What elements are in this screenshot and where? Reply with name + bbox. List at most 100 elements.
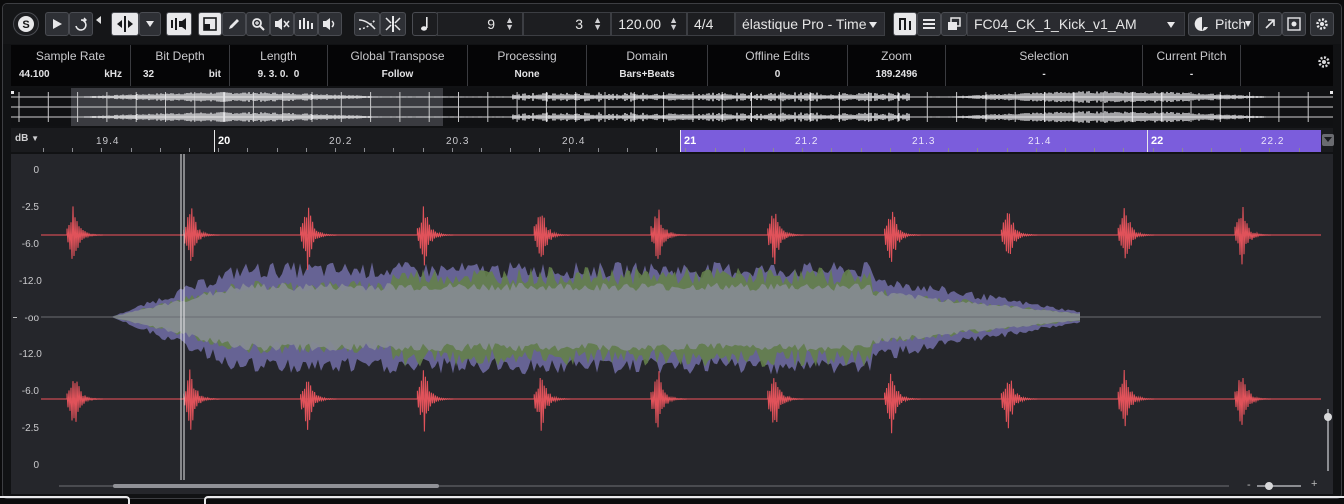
zoom-tool-button[interactable] — [246, 12, 270, 36]
horizontal-zoom-handle[interactable] — [1265, 482, 1273, 490]
pitch-button[interactable]: Pitch — [1188, 12, 1254, 36]
kick-transient — [416, 370, 454, 432]
ruler-label: 20.4 — [562, 136, 586, 147]
global-transpose-label: Global Transpose — [350, 49, 445, 63]
window-settings-button[interactable] — [1282, 12, 1306, 36]
numerator-field[interactable]: 9 ▲ ▼ — [437, 12, 523, 36]
ruler-tick — [977, 148, 978, 152]
vertical-zoom-handle[interactable] — [1324, 413, 1332, 421]
ruler-tick — [247, 148, 248, 152]
length-cell[interactable]: Length 9. 3. 0. 0 — [230, 45, 328, 86]
algorithm-dropdown[interactable]: élastique Pro - Time — [735, 12, 885, 36]
bit-depth-label: Bit Depth — [155, 49, 205, 63]
kick-transient — [183, 208, 220, 261]
bit-depth-cell[interactable]: Bit Depth 32 bit — [131, 45, 230, 86]
play-button[interactable] — [45, 12, 69, 36]
ruler-tick — [1269, 148, 1270, 152]
tempo-field[interactable]: 120.00 ▲ ▼ — [611, 12, 687, 36]
gear-icon — [1317, 56, 1331, 73]
ruler-tick — [131, 148, 132, 152]
mute-icon — [274, 17, 290, 31]
kick-transient — [767, 378, 804, 423]
kick-transient — [650, 371, 688, 428]
ruler-selection-range[interactable] — [680, 130, 1321, 152]
numerator-stepper-icon[interactable]: ▲ ▼ — [505, 16, 514, 32]
horizontal-zoom-slider[interactable] — [1257, 482, 1301, 490]
volume-icon — [322, 17, 338, 31]
kick-transient — [183, 369, 220, 430]
ruler-tick — [861, 148, 862, 152]
tempo-stepper-icon[interactable]: ▲ ▼ — [669, 16, 678, 32]
lower-zone-tab[interactable] — [0, 496, 130, 504]
offline-edits-cell[interactable]: Offline Edits 0 — [708, 45, 848, 86]
ruler-label: 22.2 — [1261, 136, 1285, 147]
sample-name: FC04_CK_1_Kick_v1_AM — [974, 16, 1137, 32]
range-select-button[interactable] — [198, 12, 222, 36]
kick-transient — [300, 207, 337, 271]
domain-cell[interactable]: Domain Bars+Beats — [587, 45, 708, 86]
sample-rate-cell[interactable]: Sample Rate 44.100 kHz — [11, 45, 131, 86]
solo-icon: S — [17, 15, 35, 33]
current-pitch-value: - — [1189, 69, 1194, 80]
zoom-in-icon[interactable]: + — [1311, 478, 1317, 490]
time-warp-button[interactable] — [294, 12, 318, 36]
ruler-menu-button[interactable] — [1322, 134, 1334, 146]
snap-mode-dropdown[interactable] — [139, 12, 161, 36]
length-value: 9. 3. 0. 0 — [257, 69, 300, 80]
overview-line[interactable] — [11, 88, 1333, 126]
selection-cell[interactable]: Selection - — [946, 45, 1143, 86]
caret-left-icon — [96, 16, 101, 24]
db-unit-selector[interactable]: dB ▼ — [15, 133, 39, 144]
stack-button[interactable] — [917, 12, 941, 36]
ruler-tick — [831, 148, 832, 152]
length-label: Length — [260, 49, 297, 63]
mute-tool-button[interactable] — [270, 12, 294, 36]
waveform-display[interactable]: 0 -2.5 -6.0 -12.0 -oo -12.0 -6.0 -2.5 0 — [11, 154, 1333, 480]
horizontal-scrollbar[interactable] — [59, 484, 1229, 488]
sample-selector[interactable]: FC04_CK_1_Kick_v1_AM — [967, 12, 1185, 36]
scroll-thumb[interactable] — [113, 484, 439, 488]
ruler-tick — [919, 148, 920, 152]
copy-button[interactable] — [941, 12, 967, 36]
volume-button[interactable] — [318, 12, 342, 36]
ruler-tick — [539, 148, 540, 152]
note-value-button[interactable] — [412, 12, 438, 36]
lower-zone-tab[interactable] — [204, 496, 1344, 504]
gear-button[interactable] — [1310, 12, 1334, 36]
loop-button[interactable] — [69, 12, 93, 36]
export-button[interactable] — [1258, 12, 1282, 36]
ruler-tick — [685, 148, 686, 152]
chevron-down-icon — [1245, 20, 1251, 28]
vertical-zoom-slider[interactable] — [1324, 409, 1332, 471]
ruler-tick — [1153, 148, 1154, 152]
denominator-stepper-icon[interactable]: ▲ ▼ — [593, 16, 602, 32]
kick-transient — [1234, 206, 1272, 265]
processing-value: None — [514, 69, 540, 80]
zoom-out-icon[interactable]: - — [1247, 479, 1251, 491]
warp-button[interactable] — [380, 12, 406, 36]
algorithm-value: élastique Pro - Time — [742, 16, 867, 32]
denominator-field[interactable]: 3 ▲ ▼ — [523, 12, 611, 36]
draw-tool-button[interactable] — [222, 12, 246, 36]
crossfade-button[interactable] — [354, 12, 380, 36]
bit-depth-unit: bit — [208, 69, 221, 80]
info-line-settings-button[interactable] — [1317, 55, 1331, 74]
zoom-value: 189.2496 — [875, 69, 918, 80]
global-transpose-cell[interactable]: Global Transpose Follow — [328, 45, 468, 86]
ruler[interactable]: dB ▼ 19.4 20 20.2 20.3 20.4 21 21.2 21.3… — [11, 128, 1334, 152]
copy-icon — [946, 17, 962, 31]
ruler-tick — [101, 148, 102, 152]
processing-cell[interactable]: Processing None — [468, 45, 587, 86]
ruler-bar-line — [214, 130, 215, 152]
ruler-tick — [306, 148, 307, 152]
current-pitch-cell[interactable]: Current Pitch - — [1143, 45, 1241, 86]
audition-button[interactable] — [166, 12, 192, 36]
signature-field[interactable]: 4/4 — [687, 12, 735, 36]
hitpoints-button[interactable] — [893, 12, 917, 36]
hitpoints-icon — [898, 17, 912, 31]
zoom-cell[interactable]: Zoom 189.2496 — [848, 45, 946, 86]
kick-transient — [767, 213, 804, 265]
ruler-label: 22 — [1151, 135, 1164, 147]
snap-button[interactable] — [111, 12, 139, 36]
solo-button[interactable]: S — [13, 12, 39, 36]
